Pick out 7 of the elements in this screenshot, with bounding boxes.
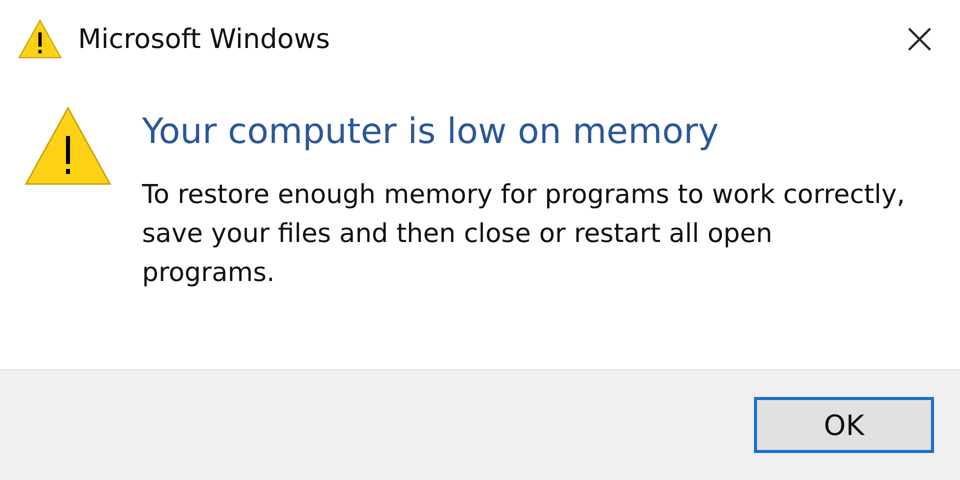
warning-icon [18,19,62,59]
message-text: To restore enough memory for programs to work correctly, save your files and then close or restart all open programs. [142,179,906,290]
close-button[interactable]: × [897,17,942,61]
message-heading: Your computer is low on memory [142,112,720,152]
ok-button[interactable]: OK [754,397,934,453]
warning-icon [24,106,112,186]
window-title: Microsoft Windows [78,24,331,54]
